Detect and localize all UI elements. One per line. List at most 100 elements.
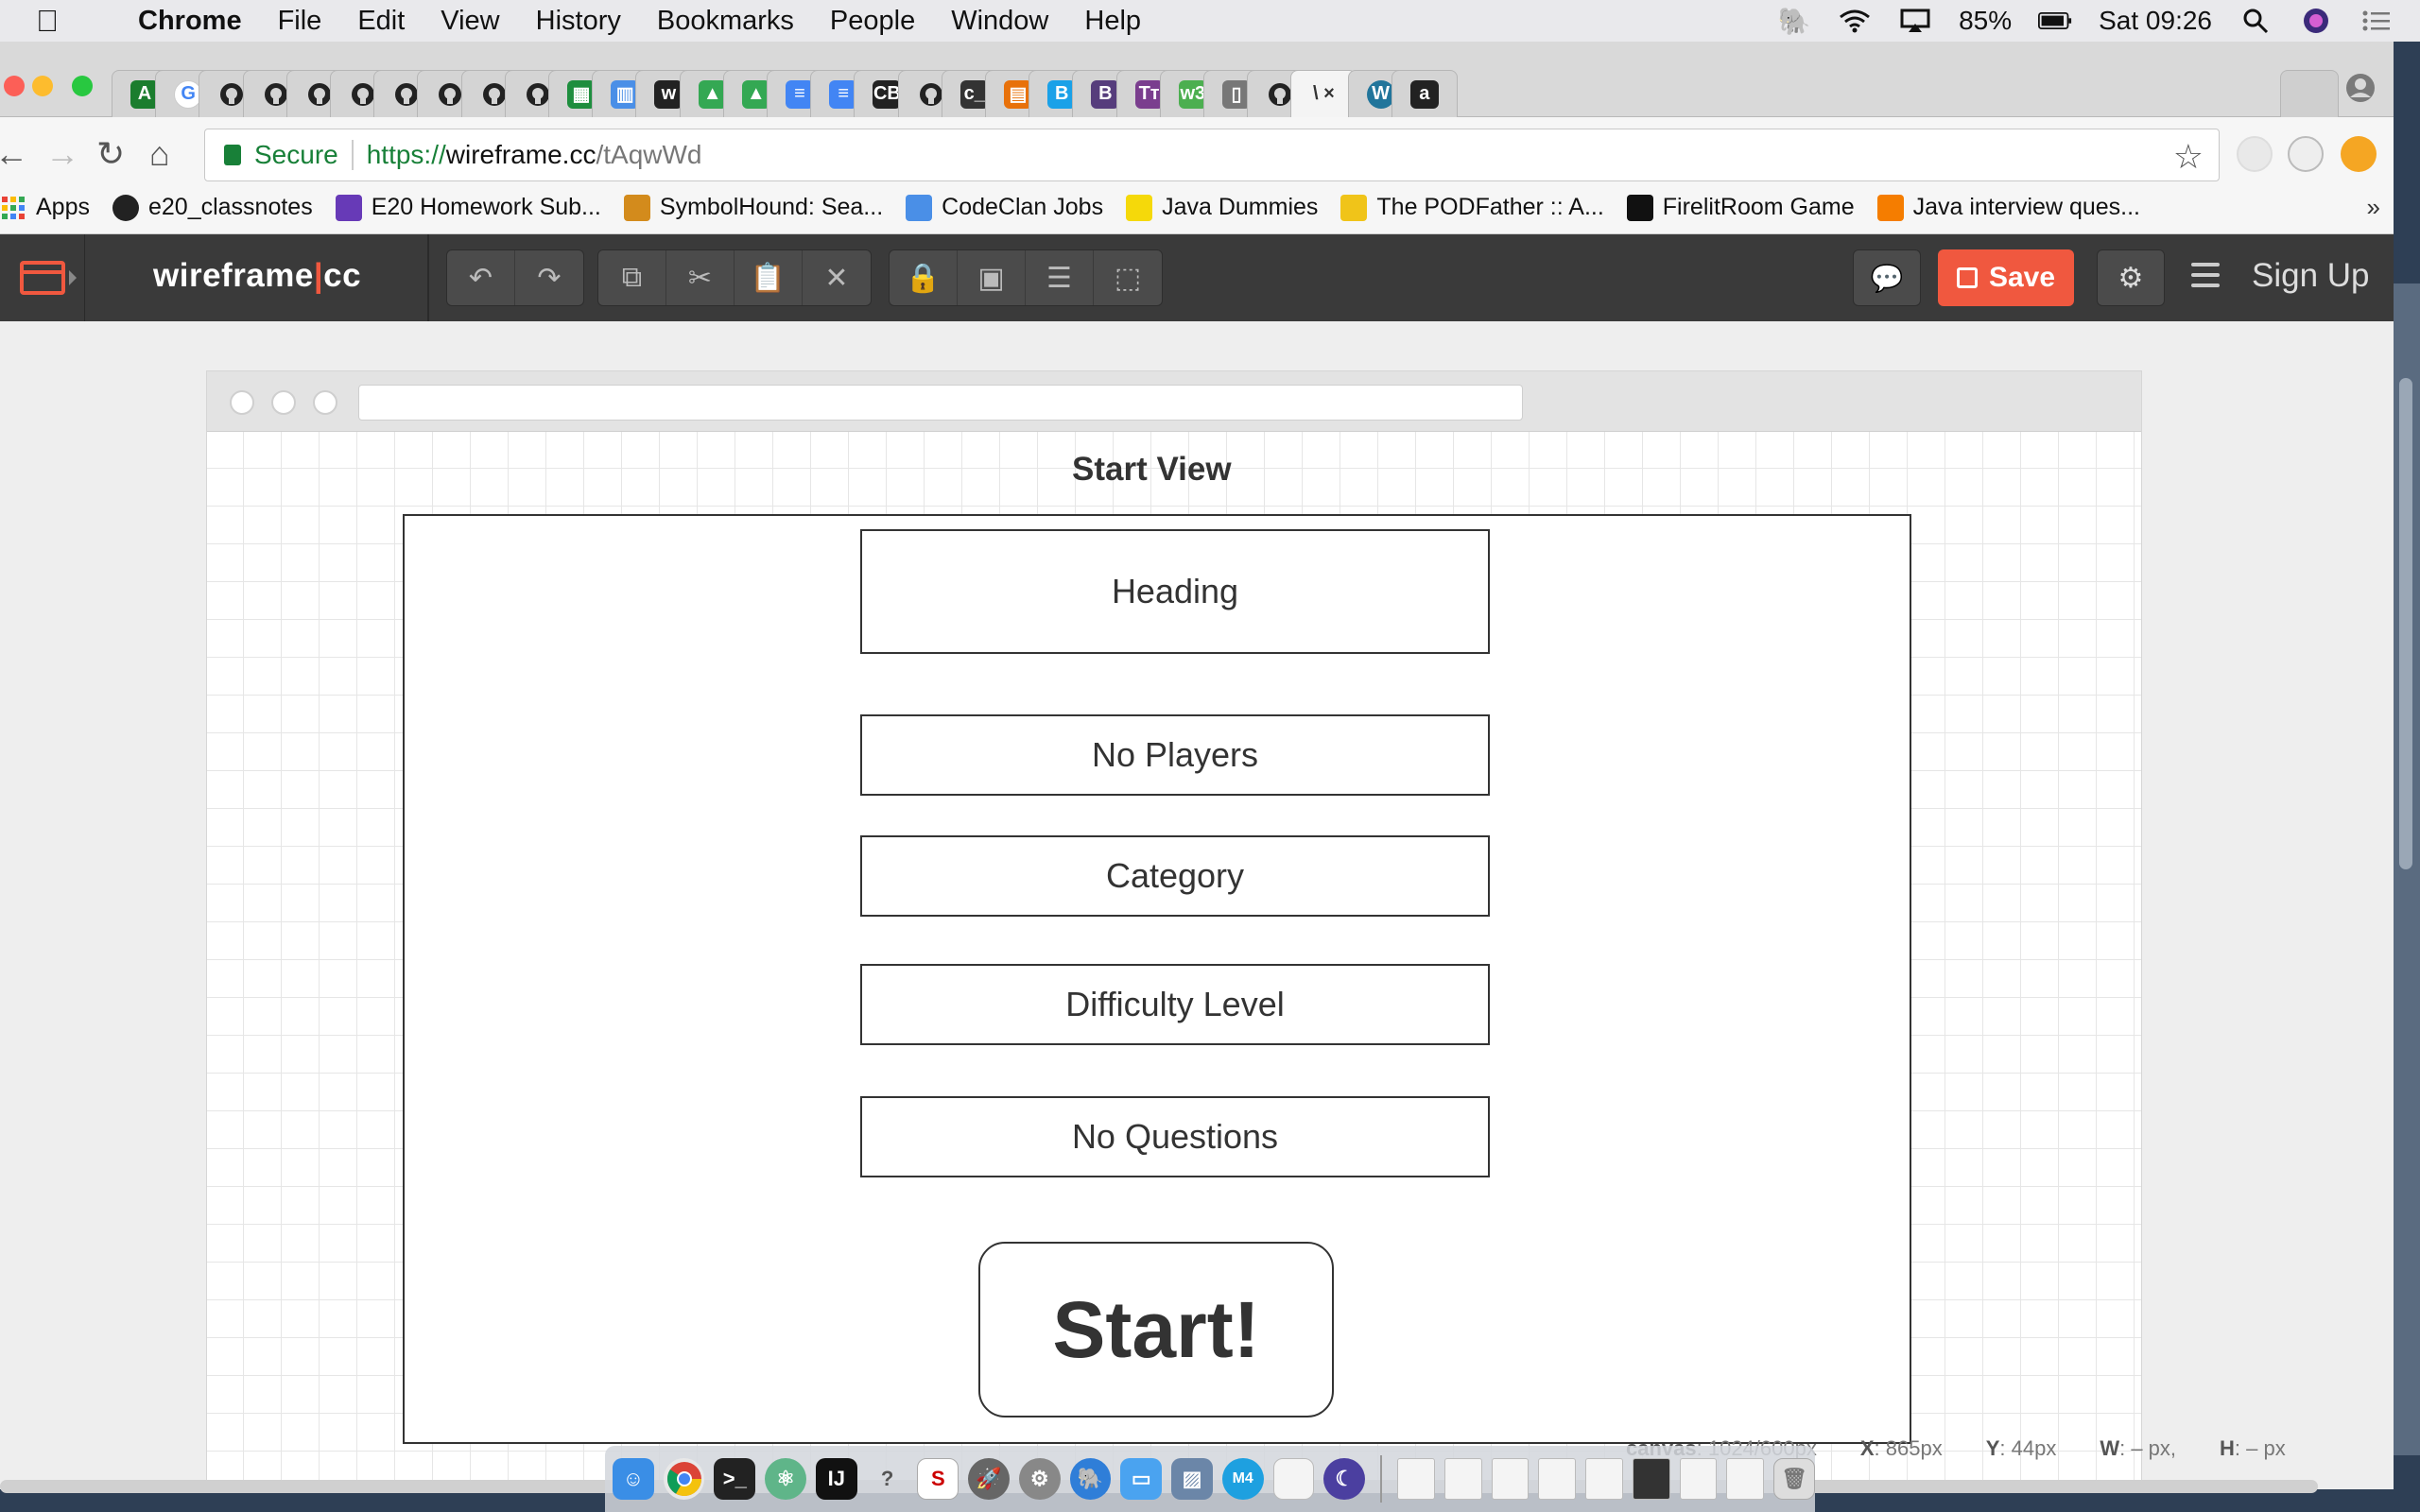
menubar-clock[interactable]: Sat 09:26 [2099, 6, 2212, 36]
bookmark-item[interactable]: E20 Homework Sub... [335, 194, 601, 221]
bookmarks-overflow-chevron-icon[interactable]: » [2367, 193, 2380, 222]
update-icon[interactable] [2341, 136, 2377, 172]
browser-tab[interactable]: \ × [1290, 70, 1357, 117]
window-thumbnail[interactable] [1585, 1458, 1623, 1500]
finder-icon[interactable]: ☺ [613, 1458, 654, 1500]
intellij-icon[interactable]: IJ [815, 1458, 857, 1500]
app-logo[interactable]: wireframe|cc [153, 257, 361, 295]
macos-menubar:  Chrome File Edit View History Bookmark… [0, 0, 2420, 42]
comment-icon[interactable]: 💬 [1853, 249, 1921, 306]
help-icon[interactable]: ? [867, 1458, 908, 1500]
bookmark-item[interactable]: CodeClan Jobs [906, 194, 1103, 221]
bookmark-item[interactable]: The PODFather :: A... [1340, 194, 1604, 221]
bookmark-item[interactable]: SymbolHound: Sea... [623, 194, 883, 221]
menu-bookmarks[interactable]: Bookmarks [657, 6, 794, 37]
players-field[interactable]: No Players [860, 714, 1490, 796]
menu-history[interactable]: History [536, 6, 621, 37]
delete-x-icon[interactable]: ✕ [803, 250, 871, 305]
window-thumbnail[interactable] [1538, 1458, 1577, 1500]
launchpad-icon[interactable]: 🚀 [968, 1458, 1010, 1500]
profile-icon[interactable] [2344, 72, 2377, 109]
reload-icon[interactable]: ↻ [96, 134, 125, 174]
wifi-icon[interactable] [1838, 7, 1872, 35]
postgres-icon[interactable]: 🐘 [1069, 1458, 1112, 1500]
menu-file[interactable]: File [278, 6, 322, 37]
back-arrow-icon[interactable]: ← [0, 134, 28, 174]
bookmark-item[interactable]: Java Dummies [1126, 194, 1318, 221]
textedit-icon[interactable] [1272, 1458, 1315, 1500]
m4-icon[interactable]: M4 [1221, 1458, 1264, 1500]
airplay-icon[interactable] [1898, 7, 1932, 35]
align-left-icon[interactable]: ☰ [1026, 250, 1094, 305]
menu-app-name[interactable]: Chrome [138, 6, 242, 37]
secure-label: Secure [254, 140, 338, 169]
menu-help[interactable]: Help [1084, 6, 1141, 37]
menu-view[interactable]: View [441, 6, 499, 37]
notification-center-icon[interactable] [2360, 7, 2394, 35]
paste-icon[interactable]: 📋 [735, 250, 803, 305]
lock-icon[interactable]: 🔒 [890, 250, 958, 305]
menu-edit[interactable]: Edit [357, 6, 405, 37]
menu-people[interactable]: People [830, 6, 915, 37]
category-field[interactable]: Category [860, 835, 1490, 917]
gear-icon[interactable]: ⚙ [2097, 249, 2165, 306]
scissors-icon[interactable]: ✂ [666, 250, 735, 305]
battery-icon[interactable] [2038, 7, 2072, 35]
window-thumbnail[interactable] [1491, 1458, 1530, 1500]
chrome-icon[interactable] [663, 1458, 705, 1500]
moon-icon[interactable]: ☾ [1323, 1458, 1366, 1500]
undo-icon[interactable]: ↶ [447, 250, 515, 305]
window-thumbnail[interactable] [1726, 1458, 1765, 1500]
window-close-button[interactable] [4, 76, 25, 96]
new-tab-button[interactable] [2280, 70, 2339, 117]
questions-field[interactable]: No Questions [860, 1096, 1490, 1177]
apple-menu-icon[interactable]:  [36, 4, 79, 39]
menu-window[interactable]: Window [951, 6, 1048, 37]
view-title[interactable]: Start View [1072, 451, 1232, 489]
vertical-scrollbar[interactable] [2394, 284, 2420, 1455]
sublime-icon[interactable]: S [917, 1458, 959, 1500]
window-thumbnail[interactable] [1632, 1458, 1670, 1500]
preview-icon[interactable]: ▨ [1171, 1458, 1213, 1500]
save-button[interactable]: Save [1938, 249, 2074, 306]
document-icon[interactable] [1397, 1458, 1435, 1500]
form-icon [335, 194, 362, 221]
forward-arrow-icon[interactable]: → [45, 134, 79, 174]
window-thumbnail[interactable] [1679, 1458, 1718, 1500]
system-preferences-icon[interactable]: ⚙ [1018, 1458, 1061, 1500]
arrange-front-icon[interactable]: ▣ [958, 250, 1026, 305]
browser-tab[interactable]: a [1391, 70, 1458, 117]
toolbar-divider [427, 234, 429, 321]
select-all-icon[interactable]: ⬚ [1094, 250, 1162, 305]
folder-icon[interactable]: ▭ [1120, 1458, 1163, 1500]
difficulty-field[interactable]: Difficulty Level [860, 964, 1490, 1045]
app-menu-button[interactable] [0, 234, 85, 321]
scroll-thumb[interactable] [2399, 378, 2412, 869]
evernote-icon[interactable]: 🐘 [1777, 7, 1811, 36]
window-thumbnail[interactable] [1443, 1458, 1482, 1500]
bookmark-item[interactable]: FirelitRoom Game [1626, 194, 1855, 221]
bookmark-item[interactable]: e20_classnotes [112, 194, 313, 221]
heading-field[interactable]: Heading [860, 529, 1490, 654]
sign-up-link[interactable]: Sign Up [2252, 257, 2370, 295]
siri-icon[interactable] [2299, 7, 2333, 35]
spotlight-search-icon[interactable] [2238, 7, 2273, 35]
window-zoom-button[interactable] [72, 76, 93, 96]
window-minimize-button[interactable] [32, 76, 53, 96]
redo-icon[interactable]: ↷ [515, 250, 583, 305]
bookmark-star-icon[interactable]: ☆ [2173, 137, 2204, 177]
extension-icon[interactable] [2288, 136, 2324, 172]
bookmark-label: e20_classnotes [147, 194, 313, 220]
address-bar[interactable]: Secure https:// wireframe.cc /tAqwWd ☆ [204, 129, 2220, 181]
bookmark-item[interactable]: Apps [0, 194, 90, 221]
home-icon[interactable]: ⌂ [149, 134, 170, 174]
terminal-icon[interactable]: >_ [714, 1458, 756, 1500]
duplicate-icon[interactable]: ⧉ [598, 250, 666, 305]
atom-icon[interactable]: ⚛ [765, 1458, 806, 1500]
extension-icon[interactable] [2237, 136, 2273, 172]
start-button[interactable]: Start! [978, 1242, 1334, 1418]
bookmark-item[interactable]: Java interview ques... [1876, 194, 2140, 221]
hamburger-menu-icon[interactable] [2191, 263, 2220, 294]
trash-icon[interactable]: 🗑 [1773, 1458, 1815, 1500]
apps-grid-icon [0, 195, 26, 221]
